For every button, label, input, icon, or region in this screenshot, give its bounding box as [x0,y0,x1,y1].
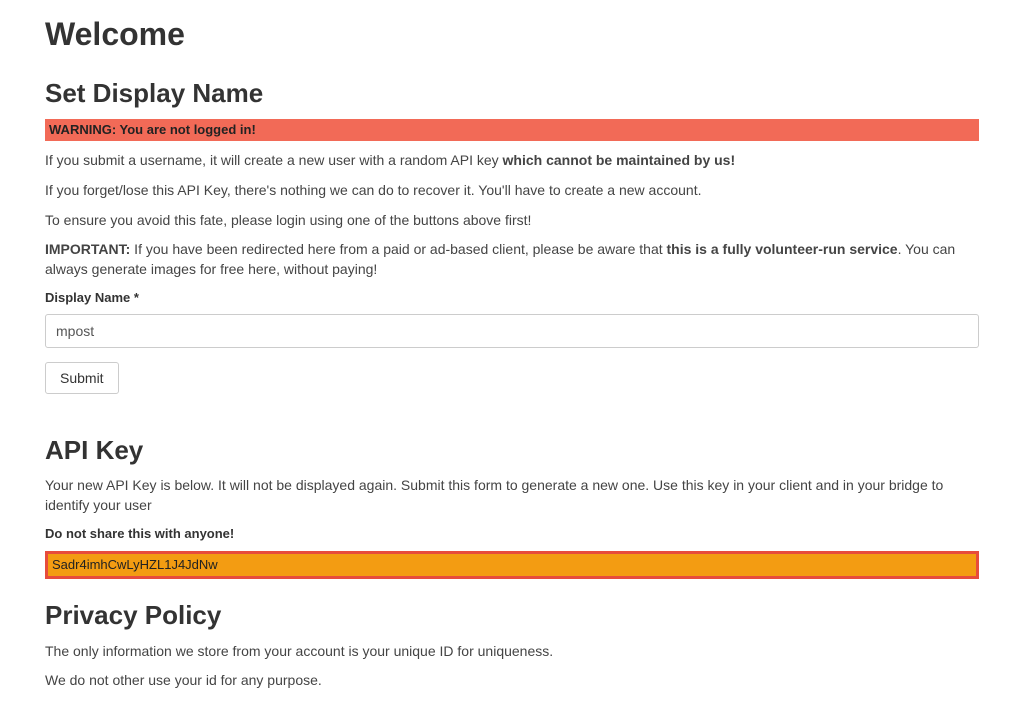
api-key-heading: API Key [45,432,979,468]
submit-button[interactable]: Submit [45,362,119,394]
page-title: Welcome [45,12,979,57]
info-important-mid: If you have been redirected here from a … [130,241,666,257]
info-important-bold2: this is a fully volunteer-run service [667,241,898,257]
info-login-first: To ensure you avoid this fate, please lo… [45,211,979,231]
info-lose-key: If you forget/lose this API Key, there's… [45,181,979,201]
privacy-paragraph-2: We do not other use your id for any purp… [45,671,979,691]
warning-not-logged-in: WARNING: You are not logged in! [45,119,979,141]
display-name-label: Display Name * [45,289,979,307]
info-important-label: IMPORTANT: [45,241,130,257]
api-key-value-box: Sadr4imhCwLyHZL1J4JdNw [45,551,979,579]
api-key-description: Your new API Key is below. It will not b… [45,476,979,515]
api-key-no-share-warning: Do not share this with anyone! [45,525,979,543]
privacy-paragraph-1: The only information we store from your … [45,642,979,662]
info-create-user: If you submit a username, it will create… [45,151,979,171]
set-display-name-heading: Set Display Name [45,75,979,111]
display-name-input[interactable] [45,314,979,348]
info-important: IMPORTANT: If you have been redirected h… [45,240,979,279]
info-create-user-text: If you submit a username, it will create… [45,152,503,168]
info-create-user-bold: which cannot be maintained by us! [503,152,736,168]
privacy-policy-heading: Privacy Policy [45,597,979,633]
